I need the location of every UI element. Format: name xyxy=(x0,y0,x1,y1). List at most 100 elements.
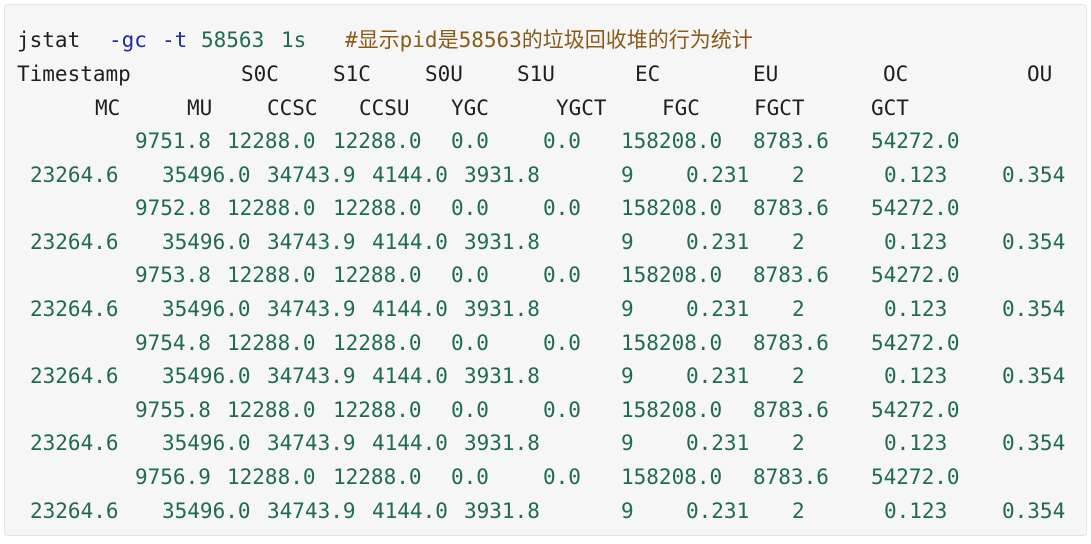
data-cell: 34743.9 xyxy=(267,163,356,187)
data-cell: 0.0 xyxy=(543,465,581,489)
data-cell: 35496.0 xyxy=(162,297,251,321)
data-cell: 2 xyxy=(792,499,805,523)
data-cell: 54272.0 xyxy=(871,398,960,422)
column-header: MC xyxy=(95,96,121,120)
column-header: YGC xyxy=(451,96,489,120)
column-header: S1C xyxy=(333,62,371,86)
header-row-2: MC MU CCSC CCSU YGC YGCT FGC FGCT GCT xyxy=(5,93,1088,123)
data-cell: 9752.8 xyxy=(135,196,211,220)
data-cell: 9 xyxy=(621,499,634,523)
data-cell: 9756.9 xyxy=(135,465,211,489)
command-pid: 58563 xyxy=(201,28,265,52)
data-cell: 2 xyxy=(792,364,805,388)
data-cell: 23264.6 xyxy=(30,163,119,187)
data-cell: 0.231 xyxy=(686,230,750,254)
data-row-part-a: 9753.8 12288.0 12288.0 0.0 0.0 158208.0 8783.6… xyxy=(5,260,1088,290)
data-cell: 8783.6 xyxy=(753,398,829,422)
data-cell: 9753.8 xyxy=(135,263,211,287)
data-cell: 9 xyxy=(621,230,634,254)
data-cell: 0.0 xyxy=(543,398,581,422)
data-cell: 0.0 xyxy=(451,263,489,287)
data-cell: 2 xyxy=(792,163,805,187)
data-cell: 4144.0 xyxy=(372,163,448,187)
data-cell: 35496.0 xyxy=(162,499,251,523)
data-cell: 9 xyxy=(621,163,634,187)
data-cell: 9751.8 xyxy=(135,129,211,153)
data-cell: 158208.0 xyxy=(621,398,723,422)
data-cell: 3931.8 xyxy=(464,230,540,254)
data-cell: 158208.0 xyxy=(621,129,723,153)
data-cell: 0.354 xyxy=(1002,163,1066,187)
data-row-part-a: 9751.8 12288.0 12288.0 0.0 0.0 158208.0 8783.6… xyxy=(5,126,1088,156)
data-cell: 35496.0 xyxy=(162,163,251,187)
data-cell: 4144.0 xyxy=(372,499,448,523)
data-cell: 0.354 xyxy=(1002,499,1066,523)
data-cell: 9 xyxy=(621,364,634,388)
command-comment: #显示pid是58563的垃圾回收堆的行为统计 xyxy=(345,28,753,52)
data-cell: 9755.8 xyxy=(135,398,211,422)
command-interval: 1s xyxy=(281,28,307,52)
command-line: jstat -gc -t 58563 1s #显示pid是58563的垃圾回收堆… xyxy=(5,25,1088,55)
data-cell: 34743.9 xyxy=(267,364,356,388)
data-row-part-b: 23264.6 35496.0 34743.9 4144.0 3931.8 9 0.231 2… xyxy=(5,361,1088,391)
data-cell: 0.123 xyxy=(884,163,948,187)
column-header: FGCT xyxy=(754,96,805,120)
data-cell: 0.354 xyxy=(1002,297,1066,321)
data-cell: 4144.0 xyxy=(372,364,448,388)
column-header: S0C xyxy=(241,62,279,86)
data-cell: 158208.0 xyxy=(621,196,723,220)
data-cell: 0.123 xyxy=(884,499,948,523)
data-cell: 12288.0 xyxy=(333,129,422,153)
data-cell: 12288.0 xyxy=(333,398,422,422)
data-row-part-a: 9755.8 12288.0 12288.0 0.0 0.0 158208.0 8783.6… xyxy=(5,395,1088,425)
data-row-part-b: 23264.6 35496.0 34743.9 4144.0 3931.8 9 0.231 2… xyxy=(5,496,1088,526)
data-cell: 3931.8 xyxy=(464,163,540,187)
data-row-part-a: 9752.8 12288.0 12288.0 0.0 0.0 158208.0 8783.6… xyxy=(5,193,1088,223)
data-cell: 4144.0 xyxy=(372,297,448,321)
data-cell: 3931.8 xyxy=(464,297,540,321)
data-cell: 0.123 xyxy=(884,297,948,321)
data-cell: 3931.8 xyxy=(464,431,540,455)
data-cell: 54272.0 xyxy=(871,465,960,489)
data-cell: 54272.0 xyxy=(871,331,960,355)
data-cell: 158208.0 xyxy=(621,331,723,355)
column-header: S0U xyxy=(425,62,463,86)
data-cell: 0.0 xyxy=(451,129,489,153)
data-row-part-b: 23264.6 35496.0 34743.9 4144.0 3931.8 9 0.231 2… xyxy=(5,160,1088,190)
data-cell: 4144.0 xyxy=(372,230,448,254)
data-cell: 3931.8 xyxy=(464,499,540,523)
data-cell: 35496.0 xyxy=(162,431,251,455)
column-header: S1U xyxy=(517,62,555,86)
data-cell: 0.231 xyxy=(686,163,750,187)
data-cell: 8783.6 xyxy=(753,465,829,489)
column-header: FGC xyxy=(662,96,700,120)
data-cell: 2 xyxy=(792,230,805,254)
data-cell: 34743.9 xyxy=(267,431,356,455)
data-cell: 9 xyxy=(621,431,634,455)
data-row-part-b: 23264.6 35496.0 34743.9 4144.0 3931.8 9 0.231 2… xyxy=(5,294,1088,324)
data-row-part-b: 23264.6 35496.0 34743.9 4144.0 3931.8 9 0.231 2… xyxy=(5,227,1088,257)
data-cell: 12288.0 xyxy=(227,129,316,153)
data-cell: 8783.6 xyxy=(753,331,829,355)
data-cell: 0.354 xyxy=(1002,230,1066,254)
data-cell: 0.354 xyxy=(1002,431,1066,455)
data-cell: 54272.0 xyxy=(871,196,960,220)
data-cell: 23264.6 xyxy=(30,431,119,455)
data-cell: 2 xyxy=(792,431,805,455)
column-header: GCT xyxy=(871,96,909,120)
data-cell: 0.0 xyxy=(543,196,581,220)
command-name: jstat xyxy=(17,28,81,52)
data-cell: 35496.0 xyxy=(162,364,251,388)
data-cell: 0.123 xyxy=(884,230,948,254)
data-cell: 9754.8 xyxy=(135,331,211,355)
data-cell: 12288.0 xyxy=(227,398,316,422)
data-cell: 0.231 xyxy=(686,499,750,523)
column-header: OC xyxy=(883,62,909,86)
data-row-part-a: 9754.8 12288.0 12288.0 0.0 0.0 158208.0 8783.6… xyxy=(5,328,1088,358)
data-cell: 23264.6 xyxy=(30,230,119,254)
column-header: CCSU xyxy=(359,96,410,120)
data-cell: 0.0 xyxy=(451,465,489,489)
header-row-1: Timestamp S0C S1C S0U S1U EC EU OC OU xyxy=(5,59,1088,89)
data-cell: 0.123 xyxy=(884,431,948,455)
data-cell: 34743.9 xyxy=(267,499,356,523)
